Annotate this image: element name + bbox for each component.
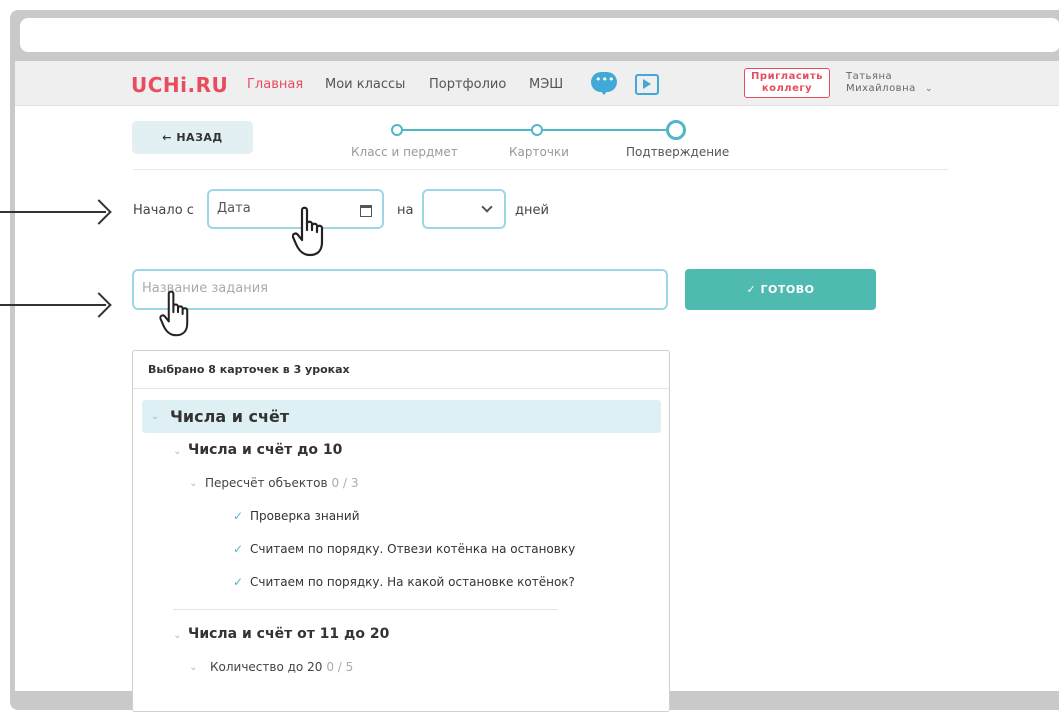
step-dot-3-active[interactable] [666, 120, 686, 140]
invite-label-line1: Пригласить [751, 71, 823, 82]
topic-title: Числа и счёт [170, 407, 290, 426]
lesson-title[interactable]: Количество до 20 0 / 5 [210, 660, 353, 674]
user-first-name: Татьяна [846, 71, 893, 82]
card-item[interactable]: Считаем по порядку. На какой остановке к… [250, 575, 575, 589]
nav-link-mesh[interactable]: МЭШ [529, 77, 563, 92]
invite-label-line2: коллегу [761, 83, 813, 94]
subtopic-title[interactable]: Числа и счёт до 10 [188, 442, 342, 458]
user-menu[interactable]: Татьяна Михайловна [846, 71, 916, 95]
logo[interactable]: UCHi.RU [131, 73, 228, 97]
play-video-icon[interactable] [635, 74, 659, 95]
step-dot-1[interactable] [391, 124, 403, 136]
subtopic-title[interactable]: Числа и счёт от 11 до 20 [188, 626, 389, 642]
subtopic-divider [173, 609, 558, 610]
lesson-title[interactable]: Пересчёт объектов 0 / 3 [205, 476, 359, 490]
card-item[interactable]: Считаем по порядку. Отвези котёнка на ос… [250, 542, 575, 556]
step-dot-2[interactable] [531, 124, 543, 136]
card-item[interactable]: Проверка знаний [250, 509, 360, 523]
user-last-name: Михайловна [846, 83, 916, 94]
step-label-cards: Карточки [509, 145, 569, 159]
lesson-count: 0 / 5 [326, 660, 354, 674]
start-label: Начало с [133, 203, 194, 218]
nav-link-home[interactable]: Главная [247, 77, 303, 92]
step-label-confirmation: Подтверждение [626, 145, 730, 159]
stepper-line-2 [540, 129, 678, 131]
check-icon: ✓ [233, 509, 244, 523]
selection-summary: Выбрано 8 карточек в 3 уроках [133, 351, 669, 389]
lesson-name: Количество до 20 [210, 660, 323, 674]
calendar-icon[interactable] [360, 205, 372, 217]
step-label-class-subject: Класс и пердмет [351, 145, 458, 159]
top-navbar: UCHi.RU Главная Мои классы Портфолио МЭШ… [15, 61, 1059, 106]
chevron-down-icon[interactable]: ⌄ [189, 478, 197, 489]
address-bar[interactable] [20, 18, 1059, 52]
stepper-line-1 [400, 129, 540, 131]
chevron-down-icon[interactable]: ⌄ [151, 411, 159, 422]
chevron-down-icon[interactable]: ⌄ [925, 84, 933, 94]
lesson-name: Пересчёт объектов [205, 476, 328, 490]
nav-link-my-classes[interactable]: Мои классы [325, 77, 405, 92]
chevron-down-icon[interactable]: ⌄ [173, 446, 181, 457]
invite-colleague-button[interactable]: Пригласить коллегу [744, 68, 830, 98]
chevron-down-icon[interactable]: ⌄ [189, 662, 197, 673]
chevron-down-icon[interactable]: ⌄ [173, 630, 181, 641]
on-label: на [397, 203, 414, 218]
done-button[interactable]: ✓ ГОТОВО [685, 269, 876, 310]
check-icon: ✓ [233, 542, 244, 556]
pointer-hand-icon [159, 290, 189, 337]
back-button[interactable]: ← НАЗАД [132, 121, 253, 154]
task-title-input[interactable]: Название задания [132, 269, 668, 310]
lesson-count: 0 / 3 [331, 476, 359, 490]
days-label: дней [515, 203, 549, 218]
selected-cards-panel: Выбрано 8 карточек в 3 уроках ⌄ Числа и … [132, 350, 670, 712]
check-icon: ✓ [233, 575, 244, 589]
pointer-hand-icon [292, 206, 324, 257]
header-divider [133, 169, 948, 170]
nav-link-portfolio[interactable]: Портфолио [429, 77, 506, 92]
days-select[interactable] [422, 189, 506, 229]
chat-bubble-icon[interactable] [591, 72, 617, 95]
page-viewport: UCHi.RU Главная Мои классы Портфолио МЭШ… [15, 61, 1059, 712]
